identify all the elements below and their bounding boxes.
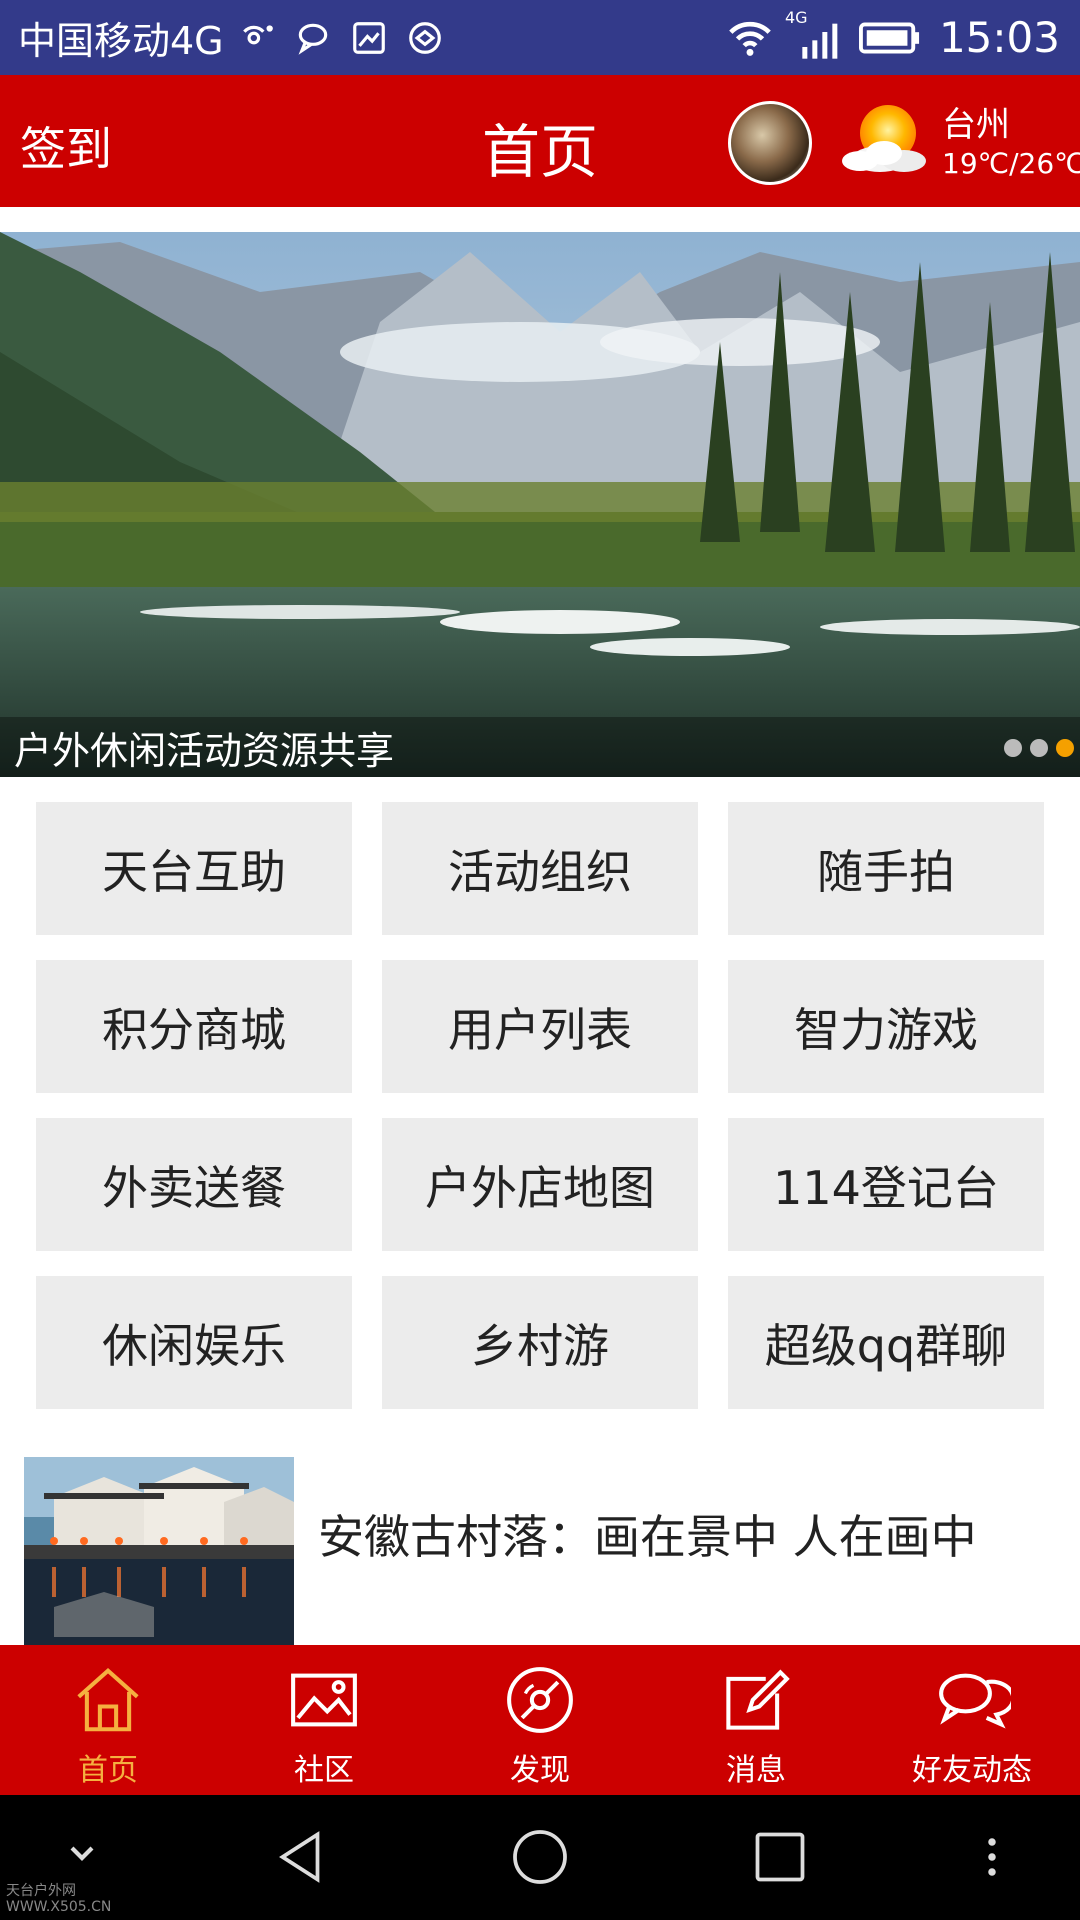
grid-button-activity-organize[interactable]: 活动组织 xyxy=(382,802,698,935)
notification-icons xyxy=(238,19,444,57)
grid-button-food-delivery[interactable]: 外卖送餐 xyxy=(36,1118,352,1251)
news-thumbnail xyxy=(24,1457,294,1645)
watermark-line2: WWW.X505.CN xyxy=(6,1899,112,1915)
chat-icon xyxy=(939,1673,1011,1729)
carousel-dot[interactable] xyxy=(1030,739,1048,757)
banner-landscape-image xyxy=(0,232,1080,777)
news-title: 安徽古村落：画在景中 人在画中 xyxy=(318,1510,977,1564)
grid-button-qq-group-chat[interactable]: 超级qq群聊 xyxy=(728,1276,1044,1409)
status-bar: 中国移动4G 4G 15:03 xyxy=(0,0,1080,75)
grid-button-puzzle-games[interactable]: 智力游戏 xyxy=(728,960,1044,1093)
sign-in-button[interactable]: 签到 xyxy=(20,113,112,179)
battery-icon xyxy=(858,21,921,55)
nav-tab-home[interactable]: 首页 xyxy=(0,1645,216,1795)
grid-button-114-registry[interactable]: 114登记台 xyxy=(728,1118,1044,1251)
grid-button-leisure[interactable]: 休闲娱乐 xyxy=(36,1276,352,1409)
nav-tab-discover[interactable]: 发现 xyxy=(432,1645,648,1795)
system-navigation-bar: 天台户外网 WWW.X505.CN xyxy=(0,1795,1080,1920)
weather-sunny-cloudy-icon xyxy=(838,101,930,179)
banner-caption-text: 户外休闲活动资源共享 xyxy=(14,728,395,773)
grid-button-user-list[interactable]: 用户列表 xyxy=(382,960,698,1093)
home-icon xyxy=(77,1668,139,1732)
banner-caption: 户外休闲活动资源共享 xyxy=(0,717,1080,777)
nav-tab-messages[interactable]: 消息 xyxy=(648,1645,864,1795)
nav-tab-community[interactable]: 社区 xyxy=(216,1645,432,1795)
news-list-item[interactable]: 安徽古村落：画在景中 人在画中 xyxy=(24,1457,1080,1645)
carousel-dot-active[interactable] xyxy=(1056,739,1074,757)
chat-notification-icon xyxy=(294,19,332,57)
recent-apps-button[interactable] xyxy=(750,1827,810,1887)
carousel-indicator xyxy=(1004,739,1074,757)
nav-label: 发现 xyxy=(510,1753,570,1788)
nav-label: 好友动态 xyxy=(912,1753,1032,1788)
chevron-down-icon[interactable] xyxy=(62,1833,102,1873)
grid-button-rural-tourism[interactable]: 乡村游 xyxy=(382,1276,698,1409)
image-icon xyxy=(291,1673,357,1727)
grid-button-mutual-aid[interactable]: 天台互助 xyxy=(36,802,352,935)
banner-carousel[interactable]: 户外休闲活动资源共享 xyxy=(0,232,1080,777)
nav-label: 首页 xyxy=(78,1753,138,1788)
hotspot-icon xyxy=(238,19,276,57)
home-button[interactable] xyxy=(510,1827,570,1887)
clock: 15:03 xyxy=(938,13,1060,62)
nav-tab-friend-feed[interactable]: 好友动态 xyxy=(864,1645,1080,1795)
edit-icon xyxy=(726,1669,790,1730)
compass-icon xyxy=(507,1667,573,1733)
back-button[interactable] xyxy=(270,1827,330,1887)
carousel-dot[interactable] xyxy=(1004,739,1022,757)
app-header: 签到 首页 台州 19℃/26℃ xyxy=(0,75,1080,207)
watermark-line1: 天台户外网 xyxy=(6,1883,76,1899)
carrier-label: 中国移动4G xyxy=(18,19,224,63)
app-notification-icon xyxy=(406,19,444,57)
avatar[interactable] xyxy=(728,101,812,185)
weather-city: 台州 xyxy=(942,105,1010,145)
watermark: 天台户外网 WWW.X505.CN xyxy=(6,1883,111,1915)
weather-temperature: 19℃/26℃ xyxy=(942,147,1080,180)
feature-grid: 天台互助 活动组织 随手拍 积分商城 用户列表 智力游戏 外卖送餐 户外店地图 … xyxy=(36,802,1044,1409)
more-options-icon[interactable] xyxy=(968,1827,1016,1887)
wifi-icon xyxy=(727,18,773,58)
grid-button-points-mall[interactable]: 积分商城 xyxy=(36,960,352,1093)
grid-button-outdoor-store-map[interactable]: 户外店地图 xyxy=(382,1118,698,1251)
gallery-notification-icon xyxy=(350,19,388,57)
nav-label: 消息 xyxy=(726,1753,786,1788)
signal-icon: 4G xyxy=(785,8,841,62)
nav-label: 社区 xyxy=(294,1753,354,1788)
grid-button-snapshot[interactable]: 随手拍 xyxy=(728,802,1044,935)
bottom-navigation: 首页 社区 发现 消息 好友动态 xyxy=(0,1645,1080,1795)
